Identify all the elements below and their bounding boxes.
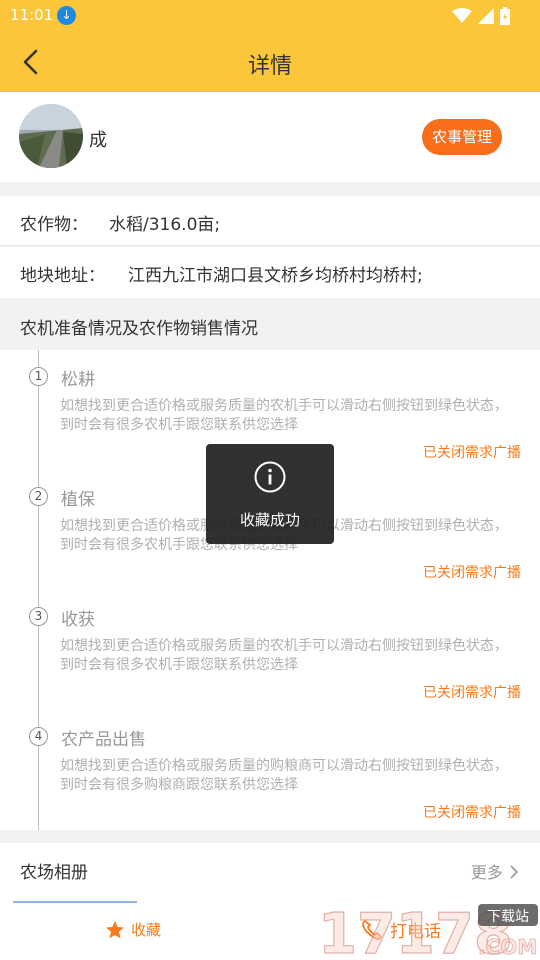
download-arrow-icon: ↓ <box>57 6 76 25</box>
step-title: 松耕 <box>61 370 95 390</box>
farm-album-row: 农场相册 更多 <box>0 843 540 895</box>
step-title: 植保 <box>61 490 95 510</box>
chevron-right-icon <box>510 865 519 879</box>
farm-management-button[interactable]: 农事管理 <box>422 119 502 155</box>
album-more-label: 更多 <box>470 863 503 882</box>
signal-icon <box>478 8 494 24</box>
favorite-label: 收藏 <box>131 921 162 939</box>
step-number: 4 <box>29 727 48 746</box>
info-icon <box>254 461 286 493</box>
section-title: 农机准备情况及农作物销售情况 <box>20 319 258 339</box>
step-item: 4 农产品出售 如想找到更合适价格或服务质量的购粮商可以滑动右侧按钮到绿色状态，… <box>0 710 540 830</box>
step-status[interactable]: 已关闭需求广播 <box>423 682 521 702</box>
toast-message: 收藏成功 <box>206 444 334 544</box>
crop-label: 农作物： <box>20 215 88 235</box>
avatar[interactable] <box>19 104 83 168</box>
step-status[interactable]: 已关闭需求广播 <box>423 442 521 462</box>
status-bar: 11:01 ↓ <box>0 0 540 32</box>
step-status[interactable]: 已关闭需求广播 <box>423 562 521 582</box>
page-title: 详情 <box>247 54 292 79</box>
step-description: 如想找到更合适价格或服务质量的农机手可以滑动右侧按钮到绿色状态，到时会有很多农机… <box>60 398 508 433</box>
album-more-link[interactable]: 更多 <box>471 859 520 883</box>
favorite-button[interactable]: 收藏 <box>105 919 161 940</box>
step-number: 2 <box>29 487 48 506</box>
status-time: 11:01 <box>10 6 54 24</box>
step-item: 3 收获 如想找到更合适价格或服务质量的农机手可以滑动右侧按钮到绿色状态，到时会… <box>0 590 540 710</box>
toast-text: 收藏成功 <box>239 511 300 529</box>
wifi-icon <box>452 8 472 23</box>
tab-indicator <box>13 901 137 903</box>
step-number: 1 <box>29 367 48 386</box>
address-row: 地块地址： 江西九江市湖口县文桥乡均桥村均桥村; <box>0 247 540 298</box>
steps-timeline: 1 松耕 如想找到更合适价格或服务质量的农机手可以滑动右侧按钮到绿色状态，到时会… <box>0 350 540 830</box>
address-label: 地块地址： <box>20 266 105 286</box>
crop-value: 水稻/316.0亩; <box>109 215 221 235</box>
step-description: 如想找到更合适价格或服务质量的购粮商可以滑动右侧按钮到绿色状态，到时会有很多购粮… <box>60 758 508 793</box>
star-icon <box>106 920 124 938</box>
profile-card: 成 农事管理 <box>0 92 540 182</box>
step-title: 收获 <box>61 610 95 630</box>
user-name: 成 <box>89 130 107 151</box>
avatar-image <box>19 104 83 168</box>
crop-row: 农作物： 水稻/316.0亩; <box>0 196 540 246</box>
battery-icon <box>500 7 510 25</box>
status-icons <box>452 6 510 26</box>
address-value: 江西九江市湖口县文桥乡均桥村均桥村; <box>128 266 423 286</box>
step-title: 农产品出售 <box>61 730 146 750</box>
watermark-logo: 17178 下载站 .COM <box>317 898 540 960</box>
watermark-graphic: 17178 下载站 .COM <box>317 901 538 960</box>
step-status[interactable]: 已关闭需求广播 <box>423 802 521 822</box>
album-title: 农场相册 <box>20 863 88 883</box>
app-bar: 详情 <box>0 32 540 92</box>
step-description: 如想找到更合适价格或服务质量的农机手可以滑动右侧按钮到绿色状态，到时会有很多农机… <box>60 638 508 673</box>
watermark-suffix: .COM <box>478 935 537 959</box>
step-number: 3 <box>29 607 48 626</box>
watermark-badge: 下载站 <box>487 909 529 925</box>
